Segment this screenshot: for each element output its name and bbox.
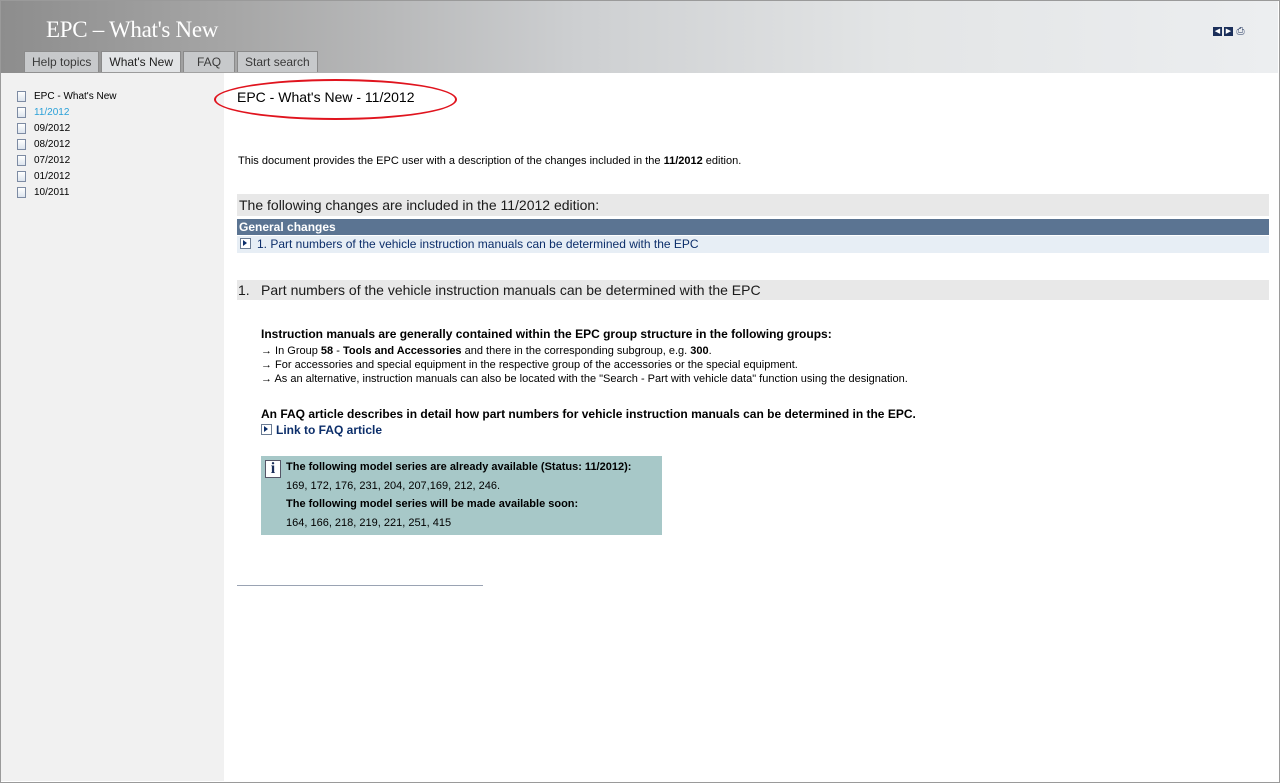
document-icon xyxy=(17,138,26,150)
prev-icon[interactable]: ◀ xyxy=(1213,27,1222,36)
sidebar-item-10-2011[interactable]: 10/2011 xyxy=(17,185,69,199)
intro-pre: This document provides the EPC user with… xyxy=(238,155,664,167)
sidebar-item-label: 11/2012 xyxy=(34,106,70,118)
groups-intro: Instruction manuals are generally contai… xyxy=(261,327,832,341)
tab-whats-new[interactable]: What's New xyxy=(101,51,182,72)
section-number: 1. xyxy=(238,282,250,298)
sidebar-item-08-2012[interactable]: 08/2012 xyxy=(17,137,70,151)
intro-text: This document provides the EPC user with… xyxy=(238,155,741,167)
sidebar-item-label: 08/2012 xyxy=(34,138,71,150)
bullet-1-mid: - xyxy=(333,345,343,357)
available-label: The following model series are already a… xyxy=(286,461,632,473)
available-values: 169, 172, 176, 231, 204, 207,169, 212, 2… xyxy=(286,480,501,492)
info-box: i The following model series are already… xyxy=(261,456,662,535)
sidebar-item-07-2012[interactable]: 07/2012 xyxy=(17,153,70,167)
info-icon: i xyxy=(265,460,281,478)
intro-edition: 11/2012 xyxy=(663,155,703,167)
sidebar-item-label: 07/2012 xyxy=(34,154,71,166)
faq-text: An FAQ article describes in detail how p… xyxy=(261,407,916,421)
general-changes-link[interactable]: 1. Part numbers of the vehicle instructi… xyxy=(237,236,1269,253)
sidebar-item-label: EPC - What's New xyxy=(34,90,117,102)
general-changes-header: General changes xyxy=(237,219,1269,235)
tab-start-search[interactable]: Start search xyxy=(237,51,318,72)
bullet-1-group: 58 xyxy=(320,345,334,357)
print-icon[interactable]: ⎙ xyxy=(1235,27,1246,37)
document-icon xyxy=(17,122,26,134)
arrow-right-icon xyxy=(261,424,272,436)
bullet-1-pre: → In Group xyxy=(261,345,321,357)
soon-label: The following model series will be made … xyxy=(286,498,579,510)
faq-link[interactable]: Link to FAQ article xyxy=(261,423,382,437)
sidebar-item-label: 01/2012 xyxy=(34,170,71,182)
arrow-right-icon xyxy=(240,238,251,250)
bullet-1-end: . xyxy=(708,345,712,357)
content-pane xyxy=(224,73,1279,782)
document-icon xyxy=(17,90,26,102)
document-icon xyxy=(17,154,26,166)
sidebar-item-label: 10/2011 xyxy=(34,186,70,198)
sidebar-item-09-2012[interactable]: 09/2012 xyxy=(17,121,70,135)
bullet-2: → For accessories and special equipment … xyxy=(261,359,798,371)
document-icon xyxy=(17,170,26,182)
soon-values: 164, 166, 218, 219, 221, 251, 415 xyxy=(286,517,452,529)
bullet-1: → In Group 58 - Tools and Accessories an… xyxy=(261,345,712,357)
section-title: Part numbers of the vehicle instruction … xyxy=(261,282,761,298)
tab-help-topics[interactable]: Help topics xyxy=(24,51,100,72)
divider xyxy=(237,585,483,586)
header-icons: ◀ ▶ ⎙ xyxy=(1213,27,1246,37)
general-changes-item: 1. Part numbers of the vehicle instructi… xyxy=(257,237,699,251)
sidebar-item-01-2012[interactable]: 01/2012 xyxy=(17,169,70,183)
tab-bar: Help topics What's New FAQ Start search xyxy=(24,51,320,73)
bullet-1-post: and there in the corresponding subgroup,… xyxy=(461,345,691,357)
next-icon[interactable]: ▶ xyxy=(1224,27,1233,36)
document-icon xyxy=(17,106,26,118)
sidebar-item-label: 09/2012 xyxy=(34,122,71,134)
annotation-highlight xyxy=(214,79,457,120)
sidebar-item-epc-whats-new[interactable]: EPC - What's New xyxy=(17,89,116,103)
document-icon xyxy=(17,186,26,198)
app-title: EPC – What's New xyxy=(46,17,219,42)
sidebar-item-11-2012[interactable]: 11/2012 xyxy=(17,105,69,119)
bullet-3: → As an alternative, instruction manuals… xyxy=(261,373,908,385)
bullet-1-name: Tools and Accessories xyxy=(342,345,462,357)
faq-link-label: Link to FAQ article xyxy=(276,423,383,437)
bullet-1-subgroup: 300 xyxy=(690,345,709,357)
intro-post: edition. xyxy=(702,155,742,167)
tab-faq[interactable]: FAQ xyxy=(183,51,236,72)
section-heading: 1. Part numbers of the vehicle instructi… xyxy=(237,280,1269,300)
changes-heading: The following changes are included in th… xyxy=(237,194,1269,216)
